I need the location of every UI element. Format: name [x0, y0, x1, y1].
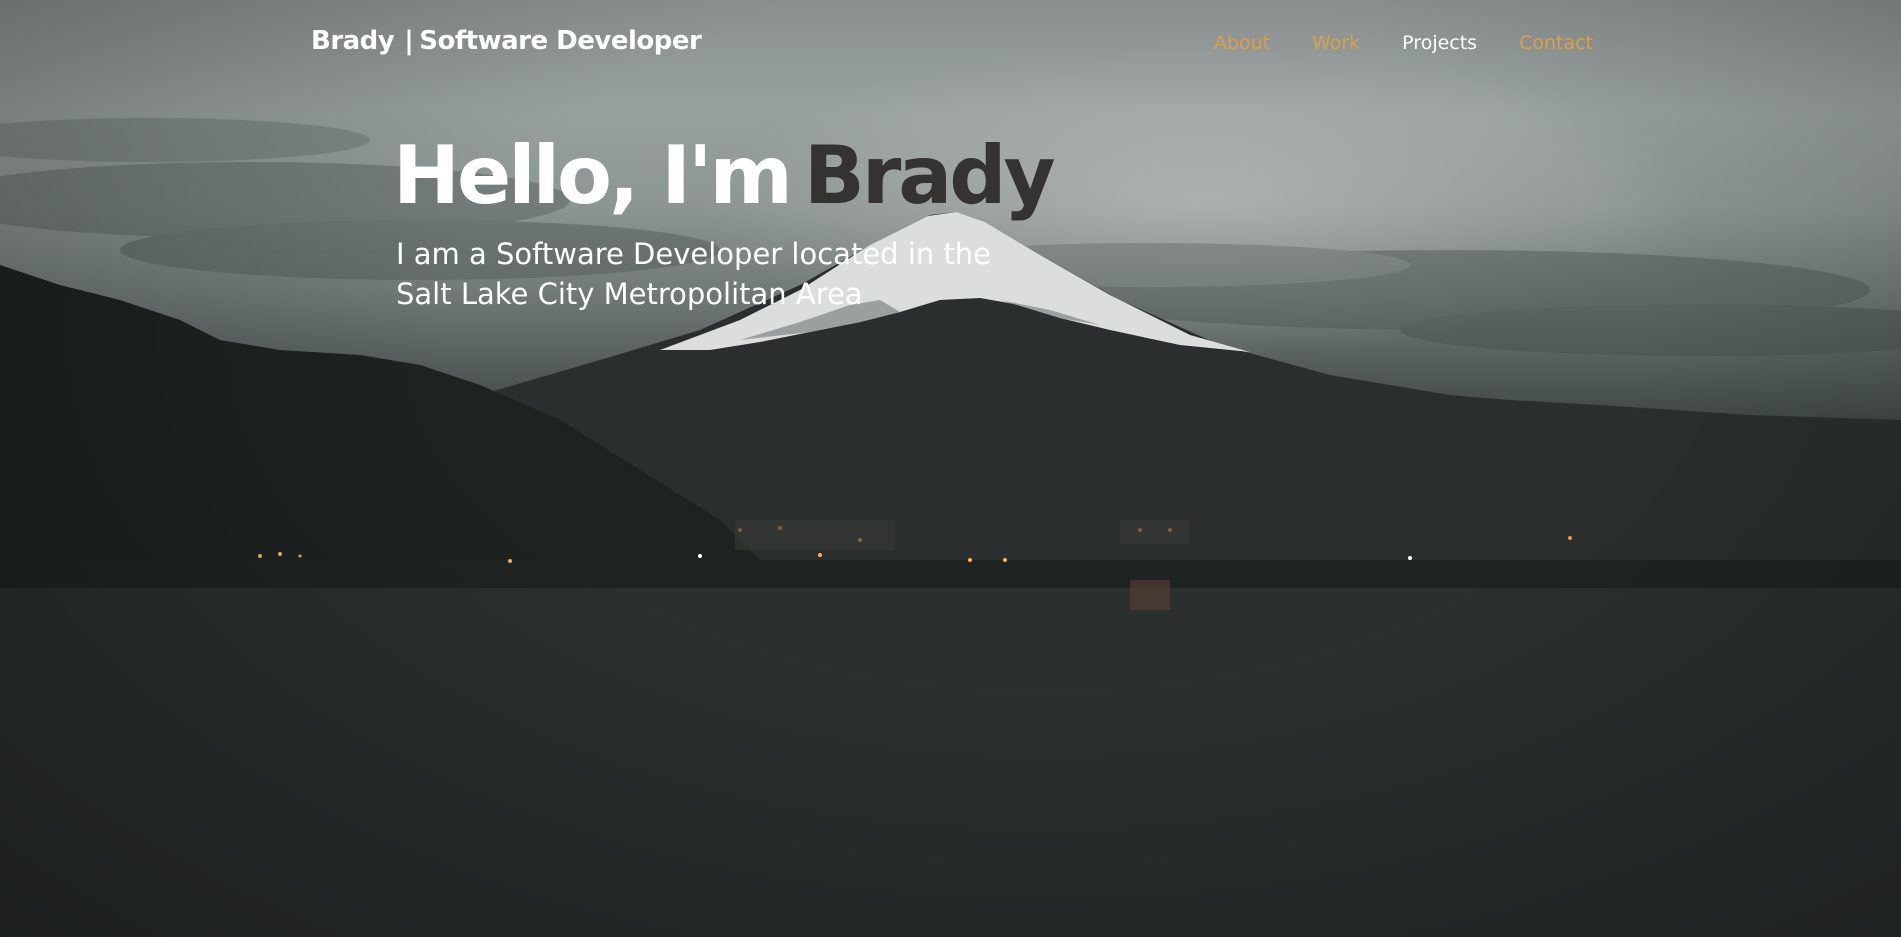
hero-name: Brady	[803, 129, 1056, 222]
brand-role: Software Developer	[419, 26, 702, 56]
nav-link-projects[interactable]: Projects	[1402, 32, 1477, 54]
brand-separator: |	[404, 26, 414, 56]
nav-links: About Work Projects Contact	[1214, 32, 1593, 54]
hero-section: Brady | Software Developer About Work Proj…	[0, 0, 1901, 937]
hero-headline: Hello, I'm Brady	[393, 128, 1056, 224]
brand-name: Brady	[311, 26, 395, 56]
nav-link-work[interactable]: Work	[1312, 32, 1360, 54]
top-nav: Brady | Software Developer About Work Proj…	[0, 0, 1901, 86]
hero-subtitle: I am a Software Developer located in the…	[396, 237, 992, 311]
hero-greeting: Hello, I'm	[393, 129, 793, 222]
brand-logo[interactable]: Brady | Software Developer	[311, 26, 702, 56]
nav-link-about[interactable]: About	[1214, 32, 1270, 54]
nav-link-contact[interactable]: Contact	[1519, 32, 1593, 54]
